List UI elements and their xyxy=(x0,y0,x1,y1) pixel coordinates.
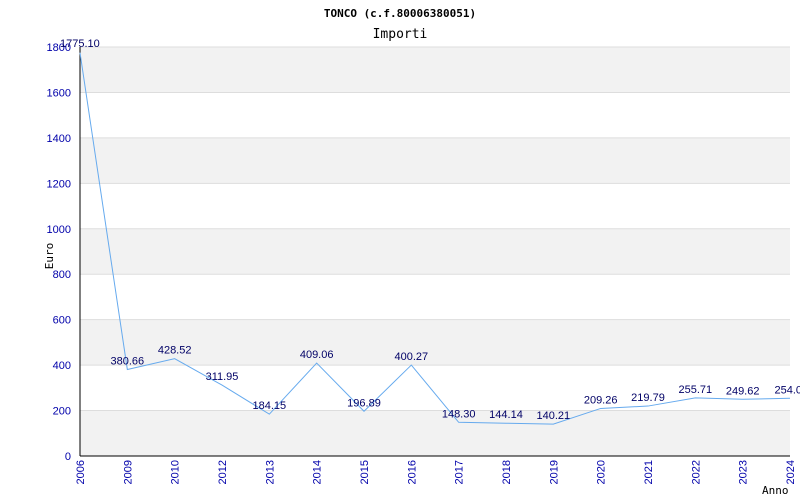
chart-title: TONCO (c.f.80006380051) xyxy=(324,7,476,20)
data-label: 254.0 xyxy=(774,384,800,396)
x-tick-label: 2013 xyxy=(264,460,276,484)
y-tick-label: 400 xyxy=(53,360,71,372)
background-band xyxy=(80,228,790,275)
y-tick-label: 0 xyxy=(65,451,71,463)
y-tick-label: 1000 xyxy=(47,224,71,236)
data-label: 219.79 xyxy=(631,392,665,404)
x-tick-label: 2021 xyxy=(643,460,655,484)
y-tick-label: 1400 xyxy=(47,133,71,145)
data-label: 209.26 xyxy=(584,394,618,406)
y-tick-label: 600 xyxy=(53,315,71,327)
x-tick-label: 2010 xyxy=(170,460,182,484)
background-band xyxy=(80,319,790,366)
line-chart: 020040060080010001200140016001800 2006 20… xyxy=(43,7,800,497)
x-tick-label: 2017 xyxy=(454,460,466,484)
data-label: 400.27 xyxy=(395,351,429,363)
chart-subtitle: Importi xyxy=(373,27,428,42)
x-tick-label: 2024 xyxy=(785,460,797,484)
x-tick-labels: 2006 2009 2010 2012 2013 2014 2015 2016 2017 2018… xyxy=(75,460,797,484)
x-tick-label: 2018 xyxy=(501,460,513,484)
data-label: 311.95 xyxy=(206,371,239,383)
background-band xyxy=(80,137,790,184)
x-tick-label: 2020 xyxy=(596,460,608,484)
data-label: 249.62 xyxy=(726,385,760,397)
data-label: 196.89 xyxy=(347,397,381,409)
x-tick-label: 2023 xyxy=(738,460,750,484)
y-axis-label: Euro xyxy=(43,243,56,270)
x-tick-label: 2012 xyxy=(217,460,229,484)
background-band xyxy=(80,410,790,456)
x-tick-label: 2016 xyxy=(406,460,418,484)
x-tick-label: 2015 xyxy=(359,460,371,484)
data-label: 409.06 xyxy=(300,349,334,361)
data-label: 184.15 xyxy=(253,400,287,412)
data-label: 255.71 xyxy=(679,384,713,396)
data-label: 148.30 xyxy=(442,408,476,420)
x-tick-label: 2006 xyxy=(75,460,87,484)
y-tick-label: 200 xyxy=(53,406,71,418)
data-label: 428.52 xyxy=(158,345,192,357)
x-tick-label: 2019 xyxy=(548,460,560,484)
x-tick-label: 2022 xyxy=(690,460,702,484)
data-label: 144.14 xyxy=(489,409,523,421)
x-axis-label: Anno xyxy=(762,484,789,497)
y-tick-label: 1200 xyxy=(47,178,71,190)
data-label: 380.66 xyxy=(111,356,145,368)
y-tick-label: 1600 xyxy=(47,87,71,99)
background-band xyxy=(80,47,790,93)
data-label: 1775.10 xyxy=(60,38,100,50)
x-tick-label: 2014 xyxy=(312,460,324,484)
data-label: 140.21 xyxy=(537,410,571,422)
x-tick-label: 2009 xyxy=(122,460,134,484)
y-tick-label: 800 xyxy=(53,269,71,281)
